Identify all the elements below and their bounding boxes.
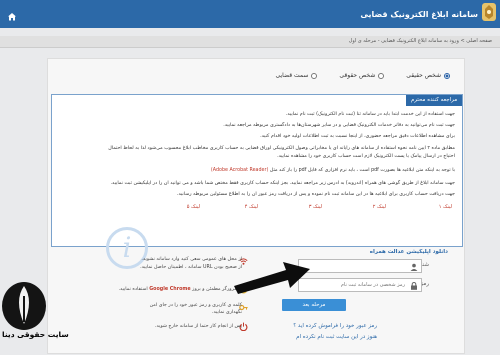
header-bar: سامانه ابلاغ الکترونیک قضایی xyxy=(0,0,500,28)
info-line: احتیاج در ارسال پیامک یا پست الکترونیک ل… xyxy=(277,154,455,159)
forgot-password-link[interactable]: رمز عبور خود را فراموش کرده اید ؟ xyxy=(293,323,377,329)
radio-unselected-icon xyxy=(311,72,318,79)
password-field[interactable] xyxy=(298,278,422,292)
download-link-2[interactable]: لینک ۲ xyxy=(373,204,386,210)
download-link-3[interactable]: لینک ۳ xyxy=(309,204,322,210)
tip-public-place: از محل های عمومی سعی کنید وارد سامانه نش… xyxy=(141,257,242,262)
radio-selected-icon xyxy=(444,72,450,79)
download-link-4[interactable]: لینک ۴ xyxy=(245,204,258,210)
site-logo-icon xyxy=(2,282,46,330)
info-tab: مراجعه کننده محترم xyxy=(406,95,462,106)
home-icon[interactable] xyxy=(7,12,17,21)
lock-icon xyxy=(411,282,417,290)
tip-browser-post: استفاده نمایید. xyxy=(118,287,148,292)
info-line: جهت ثبت نام می‌توانید به دفاتر خدمات الک… xyxy=(223,123,455,128)
tip-browser-brand: Google Chrome xyxy=(149,287,191,292)
radio-label: سمت قضایی xyxy=(275,72,309,79)
app-download-link[interactable]: دانلود اپلیکیشن عدالت همراه xyxy=(370,249,448,255)
radio-unselected-icon xyxy=(378,72,385,79)
user-icon xyxy=(410,263,418,271)
info-line: مطابق ماده ۲ آیین نامه نحوه استفاده از س… xyxy=(108,146,455,151)
tip-logout: پس از انجام کار حتما از سامانه خارج شوید… xyxy=(155,324,242,329)
judiciary-emblem-icon xyxy=(482,3,496,21)
radio-judicial-role[interactable]: سمت قضایی xyxy=(276,72,318,79)
download-link-1[interactable]: لینک ۱ xyxy=(439,204,452,210)
next-step-button[interactable]: مرحله بعد xyxy=(282,299,346,311)
national-id-field[interactable] xyxy=(298,259,422,273)
tip-credentials: کلمه ی کاربری و رمز عبور خود را در جای ا… xyxy=(149,303,242,308)
info-line: جهت دریافت حساب کاربری برای ابلاغیه ها د… xyxy=(176,192,455,197)
info-box: مراجعه کننده محترم جهت استفاده از این خد… xyxy=(51,94,463,269)
site-logo xyxy=(0,278,48,355)
radio-natural-person[interactable]: شخص حقیقی xyxy=(406,72,450,79)
radio-legal-person[interactable]: شخص حقوقی xyxy=(339,72,385,79)
password-input[interactable] xyxy=(299,279,421,291)
pointer-arrow-icon xyxy=(234,262,310,294)
national-id-input[interactable] xyxy=(299,260,421,272)
tip-browser: از مرورگر مطمئن و بروز Google Chrome است… xyxy=(118,287,242,293)
info-line: جهت استفاده از این خدمت ابتدا باید در سا… xyxy=(285,112,455,117)
tip-check-url: از صحیح بودن URL سامانه ، اطمینان حاصل ن… xyxy=(140,265,242,270)
tip-credentials-cont: نگهداری نمایید. xyxy=(211,310,242,315)
site-watermark-text: سایت حقوقی دینا xyxy=(2,330,69,339)
info-line: با توجه به اینکه متن ابلاغیه ها بصورت pd… xyxy=(55,167,455,174)
login-panel: شخص حقیقی شخص حقوقی سمت قضایی مراجعه کنن… xyxy=(47,58,465,354)
download-link-5[interactable]: لینک ۵ xyxy=(187,204,200,210)
radio-label: شخص حقوقی xyxy=(339,72,376,79)
breadcrumb: صفحه اصلی > ورود به سامانه ابلاغ الکترون… xyxy=(348,38,492,44)
adobe-reader-link[interactable]: (Adobe Acrobat Reader) xyxy=(211,168,268,173)
radio-label: شخص حقیقی xyxy=(406,72,441,79)
breadcrumb-bar: صفحه اصلی > ورود به سامانه ابلاغ الکترون… xyxy=(0,36,500,48)
register-link[interactable]: هنوز در این سایت ثبت نام نکرده ام xyxy=(296,334,377,340)
info-line: برای مشاهده اطلاعات دقیق مراجعه حضوری، ا… xyxy=(260,134,455,139)
person-type-selector: شخص حقیقی شخص حقوقی سمت قضایی xyxy=(276,72,450,79)
info-line: جهت سامانه ابلاغ از طریق گوشی های همراه … xyxy=(110,181,455,186)
info-pdf-text: با توجه به اینکه متن ابلاغیه ها بصورت pd… xyxy=(269,168,455,173)
app-title: سامانه ابلاغ الکترونیک قضایی xyxy=(360,10,478,19)
